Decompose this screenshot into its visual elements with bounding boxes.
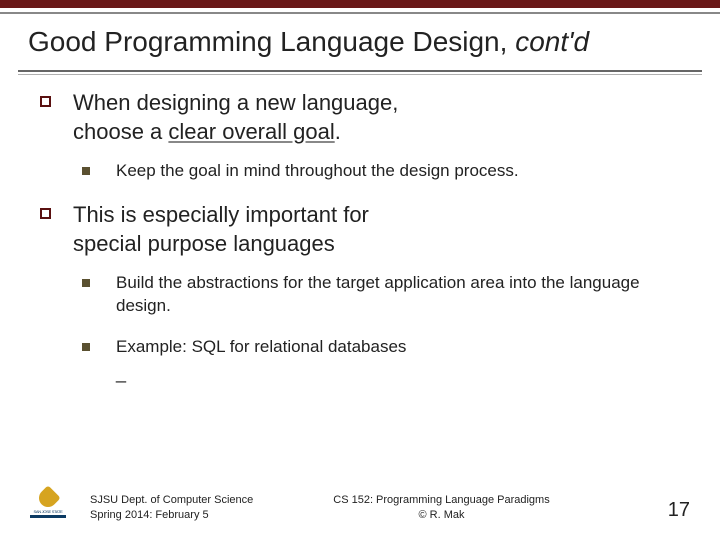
square-bullet-icon bbox=[40, 96, 51, 107]
footer-left-line1: SJSU Dept. of Computer Science bbox=[90, 494, 253, 506]
square-bullet-icon bbox=[40, 208, 51, 219]
bullet-level1: When designing a new language, choose a … bbox=[40, 89, 680, 146]
title-italic: cont'd bbox=[515, 26, 589, 57]
b2-line2: special purpose languages bbox=[73, 231, 335, 256]
title-main: Good Programming Language Design, bbox=[28, 26, 515, 57]
sub-bullet-text: Keep the goal in mind throughout the des… bbox=[116, 160, 519, 183]
bullet-level2: Example: SQL for relational databases bbox=[82, 336, 680, 359]
dash-placeholder: _ bbox=[116, 363, 680, 384]
bullet-text: This is especially important for special… bbox=[73, 201, 369, 258]
page-number: 17 bbox=[668, 499, 690, 522]
logo-text: SAN JOSE STATE bbox=[30, 509, 66, 514]
top-accent-stripe bbox=[0, 0, 720, 8]
footer: SAN JOSE STATE SJSU Dept. of Computer Sc… bbox=[0, 488, 720, 522]
sjsu-logo-icon: SAN JOSE STATE bbox=[30, 488, 66, 522]
footer-left-line2: Spring 2014: February 5 bbox=[90, 509, 209, 521]
title-area: Good Programming Language Design, cont'd bbox=[0, 14, 720, 64]
small-square-bullet-icon bbox=[82, 343, 90, 351]
small-square-bullet-icon bbox=[82, 279, 90, 287]
title-underline bbox=[18, 70, 702, 72]
bullet-level1: This is especially important for special… bbox=[40, 201, 680, 258]
content-area: When designing a new language, choose a … bbox=[0, 75, 720, 384]
b2-line1: This is especially important for bbox=[73, 202, 369, 227]
bullet-level2: Build the abstractions for the target ap… bbox=[82, 272, 680, 318]
bullet-text: When designing a new language, choose a … bbox=[73, 89, 398, 146]
sub-bullet-text: Example: SQL for relational databases bbox=[116, 336, 406, 359]
b1-underlined: clear overall goal bbox=[168, 119, 334, 144]
footer-center-line1: CS 152: Programming Language Paradigms bbox=[333, 494, 549, 506]
sub-bullet-text: Build the abstractions for the target ap… bbox=[116, 272, 680, 318]
small-square-bullet-icon bbox=[82, 167, 90, 175]
footer-center: CS 152: Programming Language Paradigms ©… bbox=[333, 493, 549, 522]
b1-line2a: choose a bbox=[73, 119, 168, 144]
b1-line1: When designing a new language, bbox=[73, 90, 398, 115]
footer-left: SJSU Dept. of Computer Science Spring 20… bbox=[90, 493, 253, 522]
bullet-level2: Keep the goal in mind throughout the des… bbox=[82, 160, 680, 183]
footer-center-line2: © R. Mak bbox=[418, 509, 464, 521]
b1-line2c: . bbox=[335, 119, 341, 144]
slide-title: Good Programming Language Design, cont'd bbox=[28, 26, 692, 58]
